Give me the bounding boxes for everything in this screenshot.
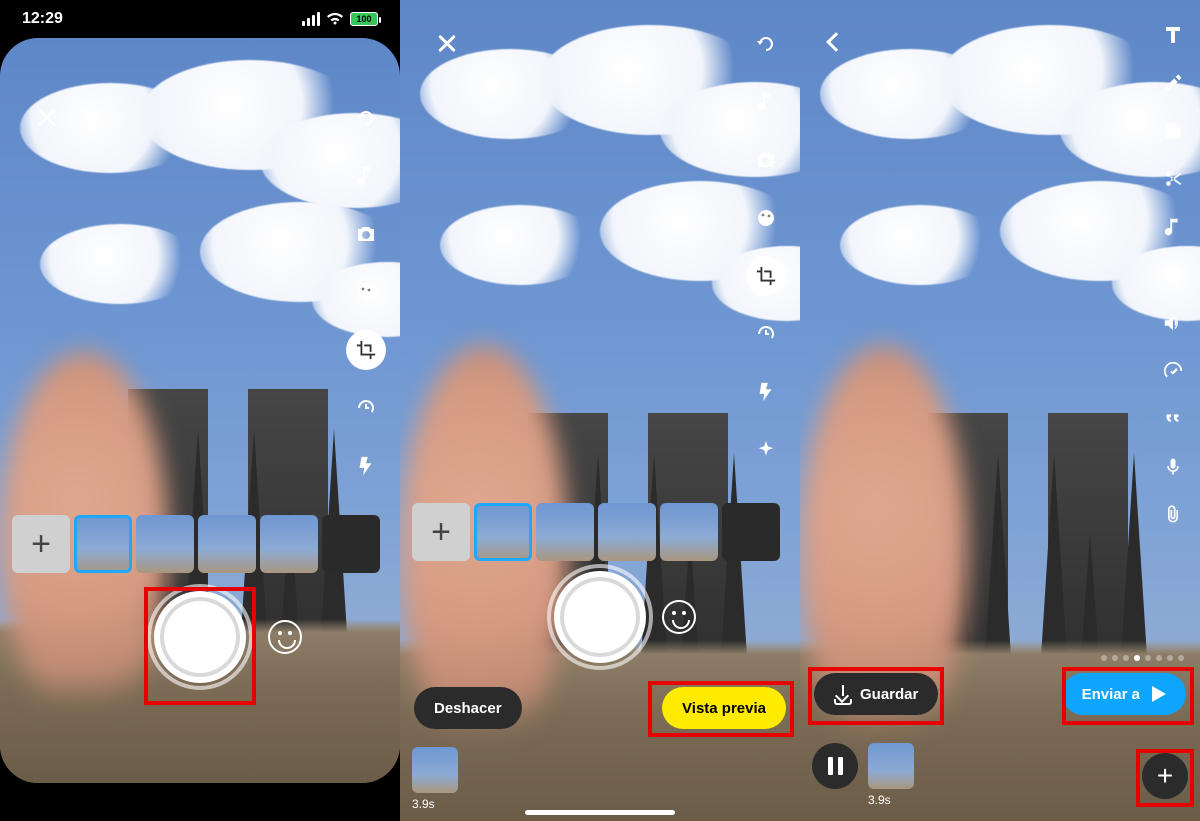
clip-thumb[interactable] — [136, 515, 194, 573]
crop-icon[interactable] — [746, 256, 786, 296]
close-button[interactable] — [418, 24, 454, 60]
battery-icon: 100 — [350, 12, 378, 26]
flash-icon[interactable] — [346, 446, 386, 486]
undo-label: Deshacer — [434, 700, 502, 717]
quote-icon[interactable] — [1156, 402, 1190, 436]
clip-cell[interactable]: 3.9s — [868, 743, 914, 807]
clip-thumb[interactable] — [536, 503, 594, 561]
send-label: Enviar a — [1082, 686, 1140, 703]
camera-icon[interactable] — [346, 214, 386, 254]
edit-tool-rail — [1156, 18, 1190, 532]
status-time: 12:29 — [22, 10, 63, 28]
music-icon[interactable] — [746, 82, 786, 122]
screen-1-capture: 12:29 100 + — [0, 0, 400, 821]
shutter-ring — [147, 584, 253, 690]
director-thumbs: + — [12, 515, 380, 573]
tool-rail — [346, 98, 386, 486]
director-thumbs: + — [412, 503, 780, 561]
status-bar: 12:29 100 — [0, 0, 400, 38]
clip-thumb[interactable] — [198, 515, 256, 573]
preview-label: Vista previa — [682, 700, 766, 717]
action-row: Deshacer Vista previa — [400, 687, 800, 729]
lens-smiley-button[interactable] — [268, 620, 302, 654]
crop-icon[interactable] — [346, 330, 386, 370]
save-label: Guardar — [860, 686, 918, 703]
back-button[interactable] — [818, 24, 854, 60]
shutter-area — [154, 591, 246, 683]
clip-row: 3.9s — [812, 743, 914, 807]
pencil-icon[interactable] — [1156, 66, 1190, 100]
magic-icon[interactable] — [1156, 354, 1190, 388]
clip-duration: 3.9s — [868, 793, 891, 807]
speed-icon[interactable] — [346, 388, 386, 428]
clip-thumb[interactable] — [722, 503, 780, 561]
clip-thumb[interactable] — [260, 515, 318, 573]
send-button[interactable]: Enviar a — [1062, 673, 1186, 715]
volume-icon[interactable] — [1156, 306, 1190, 340]
wifi-icon — [326, 12, 344, 26]
music-icon[interactable] — [1156, 210, 1190, 244]
tool-rail — [746, 24, 786, 470]
screen-2-preview: + Deshacer Vista previa 3.9s — [400, 0, 800, 821]
undo-button[interactable]: Deshacer — [414, 687, 522, 729]
preview-button[interactable]: Vista previa — [662, 687, 786, 729]
clip-thumb[interactable] — [660, 503, 718, 561]
mic-icon[interactable] — [1156, 450, 1190, 484]
clip-thumb[interactable] — [322, 515, 380, 573]
clip-thumbnail — [868, 743, 914, 789]
add-button[interactable]: + — [1142, 753, 1188, 799]
action-row: Guardar Enviar a — [800, 673, 1200, 715]
signal-icon — [302, 12, 320, 26]
clip-thumb[interactable] — [474, 503, 532, 561]
scissors-icon[interactable] — [1156, 162, 1190, 196]
camera-icon[interactable] — [746, 140, 786, 180]
lens-smiley-button[interactable] — [662, 600, 696, 634]
clip-row: 3.9s — [412, 747, 458, 811]
clip-thumbnail — [412, 747, 458, 793]
camera-viewport: + Deshacer Vista previa 3.9s — [400, 0, 800, 821]
shutter-ring — [547, 564, 653, 670]
attachment-icon[interactable] — [1156, 498, 1190, 532]
add-clip-button[interactable]: + — [12, 515, 70, 573]
flip-camera-icon[interactable] — [346, 98, 386, 138]
camera-viewport: + — [0, 38, 400, 783]
flash-icon[interactable] — [746, 372, 786, 412]
clip-cell[interactable]: 3.9s — [412, 747, 458, 811]
palette-icon[interactable] — [346, 272, 386, 312]
page-dots — [1101, 655, 1184, 661]
clip-duration: 3.9s — [412, 797, 435, 811]
send-icon — [1152, 686, 1166, 702]
shutter-area — [554, 571, 646, 663]
text-icon[interactable] — [1156, 18, 1190, 52]
status-indicators: 100 — [302, 12, 378, 26]
save-button[interactable]: Guardar — [814, 673, 938, 715]
clip-thumb[interactable] — [598, 503, 656, 561]
screen-3-edit: Guardar Enviar a 3.9s + — [800, 0, 1200, 821]
sparkle-icon[interactable] — [746, 430, 786, 470]
speed-icon[interactable] — [746, 314, 786, 354]
add-clip-button[interactable]: + — [412, 503, 470, 561]
close-button[interactable] — [18, 98, 54, 134]
flip-camera-icon[interactable] — [746, 24, 786, 64]
home-indicator — [525, 810, 675, 815]
pause-button[interactable] — [812, 743, 858, 789]
edit-viewport: Guardar Enviar a 3.9s + — [800, 0, 1200, 821]
chevron-left-icon — [826, 32, 846, 52]
palette-icon[interactable] — [746, 198, 786, 238]
music-icon[interactable] — [346, 156, 386, 196]
clip-thumb[interactable] — [74, 515, 132, 573]
download-icon — [834, 685, 852, 703]
tag-icon[interactable] — [1156, 258, 1190, 292]
sticker-icon[interactable] — [1156, 114, 1190, 148]
